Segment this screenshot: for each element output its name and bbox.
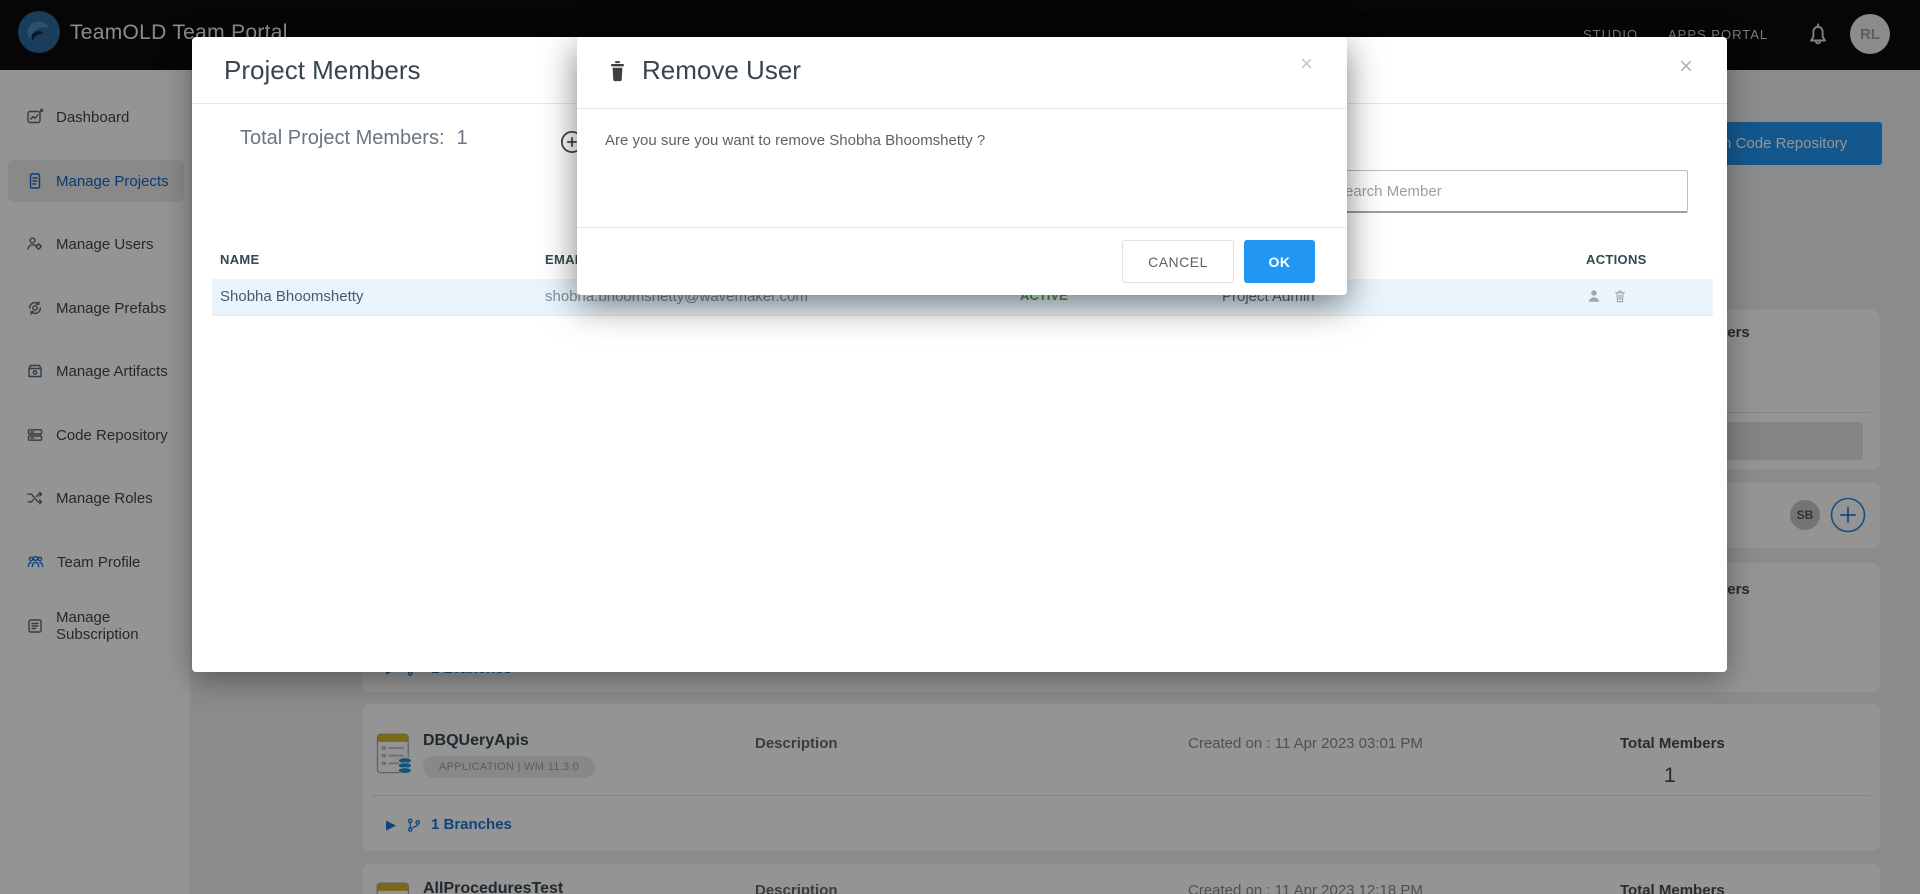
modal-title: Project Members xyxy=(224,55,421,86)
delete-member-icon[interactable] xyxy=(1612,288,1628,305)
column-header-actions: ACTIONS xyxy=(1586,252,1647,267)
edit-member-icon[interactable] xyxy=(1586,288,1602,304)
close-icon[interactable]: × xyxy=(1300,53,1313,75)
trash-icon xyxy=(607,59,628,83)
modal-footer-buttons: CANCEL OK xyxy=(1122,240,1315,283)
column-header-name: NAME xyxy=(220,252,259,267)
modal-header-divider xyxy=(577,108,1347,109)
close-icon[interactable]: × xyxy=(1679,55,1693,79)
ok-button[interactable]: OK xyxy=(1244,240,1315,283)
member-name: Shobha Bhoomshetty xyxy=(220,288,363,305)
remove-user-modal: Remove User × Are you sure you want to r… xyxy=(577,37,1347,295)
total-project-members-value: 1 xyxy=(457,127,468,149)
cancel-button[interactable]: CANCEL xyxy=(1122,240,1234,283)
confirmation-message: Are you sure you want to remove Shobha B… xyxy=(605,132,985,149)
row-actions xyxy=(1586,288,1628,305)
modal-footer-divider xyxy=(577,227,1347,228)
search-member-input[interactable] xyxy=(1322,170,1688,213)
total-project-members: Total Project Members: 1 xyxy=(240,127,468,150)
modal-title: Remove User xyxy=(642,55,801,86)
remove-user-header: Remove User xyxy=(607,55,801,86)
total-project-members-label: Total Project Members: xyxy=(240,127,445,149)
